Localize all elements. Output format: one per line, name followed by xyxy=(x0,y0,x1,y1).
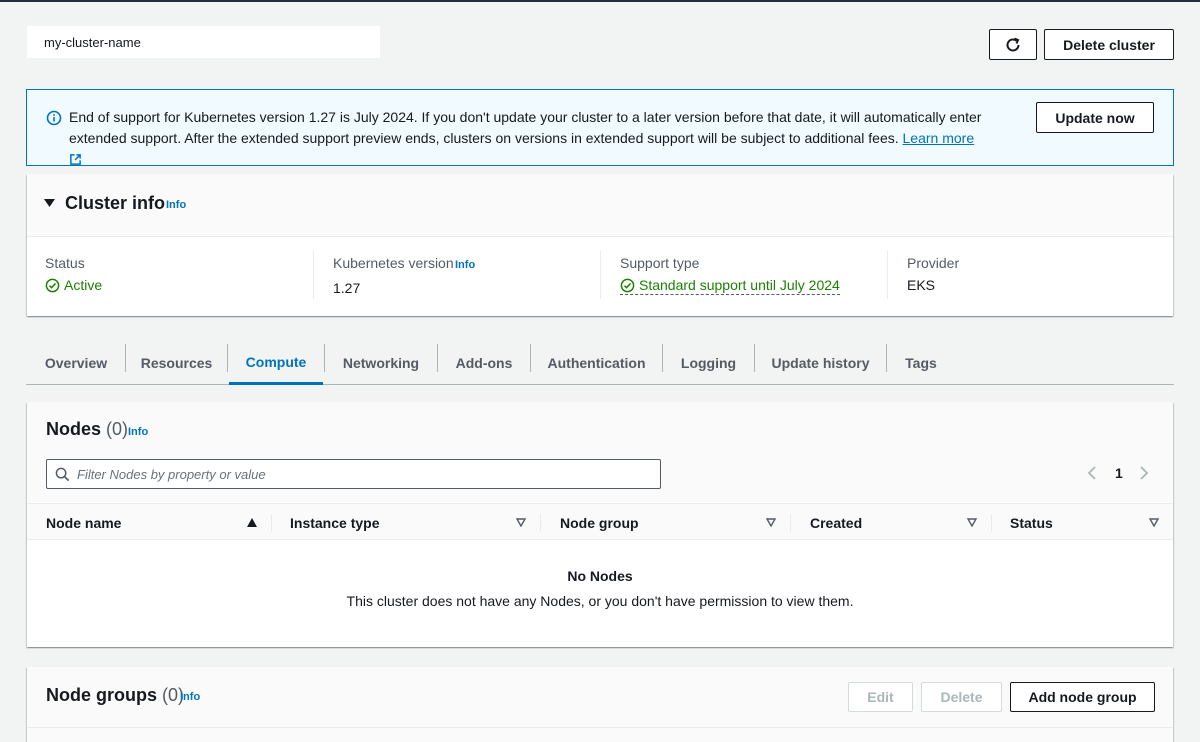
tabs-baseline xyxy=(26,384,1174,385)
nodes-title-text: Nodes xyxy=(46,419,102,439)
nodes-count: (0) xyxy=(106,419,129,439)
k8s-version-value: 1.27 xyxy=(333,280,361,296)
divider xyxy=(600,251,601,299)
node-groups-title-text: Node groups xyxy=(46,685,157,705)
column-separator xyxy=(991,514,992,532)
refresh-icon xyxy=(1006,37,1020,51)
alert-text: End of support for Kubernetes version 1.… xyxy=(69,109,982,146)
col-status[interactable]: Status xyxy=(1010,504,1053,541)
search-icon xyxy=(55,467,70,482)
nodes-header: Nodes (0) Info Filter Nodes by property … xyxy=(27,402,1173,502)
sort-icon[interactable] xyxy=(1149,518,1159,527)
extended-support-alert: End of support for Kubernetes version 1.… xyxy=(26,89,1174,166)
refresh-button[interactable] xyxy=(989,29,1037,60)
nodes-title: Nodes (0) xyxy=(46,419,128,440)
node-groups-info-link[interactable]: Info xyxy=(180,691,200,703)
add-node-group-button[interactable]: Add node group xyxy=(1010,682,1155,712)
sort-ascending-icon[interactable] xyxy=(247,518,257,527)
nodes-empty-title: No Nodes xyxy=(567,568,633,584)
divider xyxy=(887,251,888,299)
support-type-text: Standard support until July 2024 xyxy=(639,277,840,293)
col-created[interactable]: Created xyxy=(810,504,862,541)
cluster-info-header[interactable]: Cluster info Info xyxy=(27,174,1173,237)
node-groups-panel: Node groups (0) Info Edit Delete Add nod… xyxy=(27,667,1173,742)
delete-cluster-button[interactable]: Delete cluster xyxy=(1044,29,1174,60)
search-placeholder: Filter Nodes by property or value xyxy=(77,466,266,482)
nodes-panel: Nodes (0) Info Filter Nodes by property … xyxy=(27,402,1173,647)
tab-tags[interactable]: Tags xyxy=(887,342,955,384)
external-link-icon[interactable] xyxy=(69,153,82,166)
chevron-left-icon[interactable] xyxy=(1087,465,1097,481)
tab-overview[interactable]: Overview xyxy=(27,342,125,384)
nodes-search-input[interactable]: Filter Nodes by property or value xyxy=(46,459,661,489)
tab-add-ons[interactable]: Add-ons xyxy=(438,342,530,384)
col-instance-type[interactable]: Instance type xyxy=(290,504,379,541)
col-node-name[interactable]: Node name xyxy=(46,504,121,541)
provider-label: Provider xyxy=(907,255,960,271)
status-value: Active xyxy=(45,277,102,293)
tab-compute[interactable]: Compute xyxy=(229,342,323,385)
node-groups-title: Node groups (0) xyxy=(46,685,184,706)
tab-update-history[interactable]: Update history xyxy=(755,342,886,384)
info-circle-icon xyxy=(46,110,62,126)
divider xyxy=(313,251,314,299)
delete-button[interactable]: Delete xyxy=(921,682,1002,712)
column-separator xyxy=(271,514,272,532)
update-now-button[interactable]: Update now xyxy=(1036,102,1154,133)
status-label: Status xyxy=(45,255,85,271)
tab-separator xyxy=(227,344,228,372)
learn-more-link[interactable]: Learn more xyxy=(903,130,975,146)
tab-logging[interactable]: Logging xyxy=(663,342,754,384)
tab-networking[interactable]: Networking xyxy=(325,342,437,384)
column-separator xyxy=(540,514,541,532)
status-text: Active xyxy=(64,277,103,293)
tab-resources[interactable]: Resources xyxy=(126,342,227,384)
col-node-group[interactable]: Node group xyxy=(560,504,639,541)
nodes-info-link[interactable]: Info xyxy=(128,426,148,438)
node-groups-table-top xyxy=(27,727,1173,728)
alert-message: End of support for Kubernetes version 1.… xyxy=(69,107,989,170)
edit-button[interactable]: Edit xyxy=(848,682,913,712)
cluster-info-title: Cluster info xyxy=(65,193,166,213)
cluster-info-body: Status Active Kubernetes version Info 1.… xyxy=(27,237,1173,316)
page-number[interactable]: 1 xyxy=(1115,465,1123,481)
tab-authentication[interactable]: Authentication xyxy=(531,342,662,384)
support-type-label: Support type xyxy=(620,255,700,271)
sort-icon[interactable] xyxy=(766,518,776,527)
sort-icon[interactable] xyxy=(516,518,526,527)
nodes-empty-text: This cluster does not have any Nodes, or… xyxy=(346,593,854,609)
cluster-info-info-link[interactable]: Info xyxy=(166,199,186,211)
check-circle-icon xyxy=(620,278,635,292)
caret-down-icon[interactable] xyxy=(44,198,55,208)
k8s-version-label: Kubernetes version xyxy=(333,255,454,271)
provider-value: EKS xyxy=(907,277,936,293)
support-type-value[interactable]: Standard support until July 2024 xyxy=(620,277,840,295)
chevron-right-icon[interactable] xyxy=(1139,465,1149,481)
column-separator xyxy=(790,514,791,532)
cluster-name-field: my-cluster-name xyxy=(27,26,380,58)
cluster-info-panel: Cluster info Info Status Active Kubernet… xyxy=(27,174,1173,316)
nodes-table-header: Node name Instance type Node group Creat… xyxy=(27,503,1173,540)
sort-icon[interactable] xyxy=(967,518,977,527)
k8s-version-info-link[interactable]: Info xyxy=(455,259,475,271)
check-circle-icon xyxy=(45,278,60,292)
